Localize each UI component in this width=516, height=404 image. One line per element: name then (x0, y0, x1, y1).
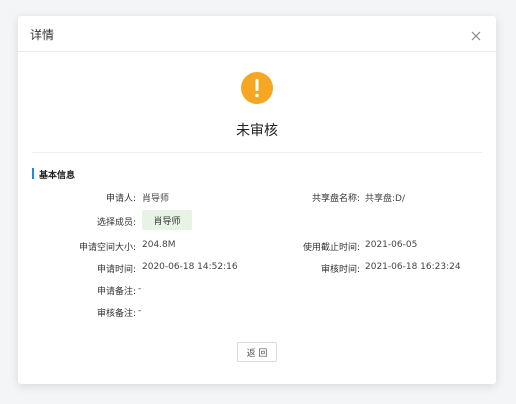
deadline-value: 2021-06-05 (365, 240, 418, 250)
share-name-label: 共享盘名称: (311, 194, 360, 204)
apply-time-value: 2020-06-18 14:52:16 (142, 262, 238, 272)
review-note-label: 审核备注: (96, 309, 136, 319)
detail-dialog: 详情 未审核 基本信息 申请人: 肖导师 共享盘名称: 共享盘:D/ 选择成员:… (18, 16, 496, 384)
dialog-header: 详情 (18, 16, 496, 52)
apply-note-value: - (138, 284, 142, 294)
share-name-value: 共享盘:D/ (365, 194, 405, 204)
close-icon[interactable] (470, 27, 482, 41)
member-chip[interactable]: 肖导师 (142, 210, 192, 230)
applicant-label: 申请人: (105, 194, 136, 204)
back-button[interactable]: 返 回 (237, 342, 277, 362)
review-note-value: - (138, 306, 142, 316)
applicant-value: 肖导师 (142, 194, 170, 204)
review-time-label: 审核时间: (320, 265, 360, 275)
space-size-value: 204.8M (142, 240, 176, 250)
apply-note-label: 申请备注: (96, 287, 136, 297)
space-size-label: 申请空间大小: (78, 243, 136, 253)
status-text: 未审核 (236, 123, 278, 139)
section-title: 基本信息 (32, 168, 75, 181)
divider (32, 152, 482, 153)
apply-time-label: 申请时间: (96, 265, 136, 275)
status-area (18, 72, 496, 104)
warning-icon (241, 72, 273, 104)
deadline-label: 使用截止时间: (302, 243, 360, 253)
members-label: 选择成员: (96, 218, 136, 228)
dialog-title: 详情 (30, 28, 55, 42)
review-time-value: 2021-06-18 16:23:24 (365, 262, 461, 272)
